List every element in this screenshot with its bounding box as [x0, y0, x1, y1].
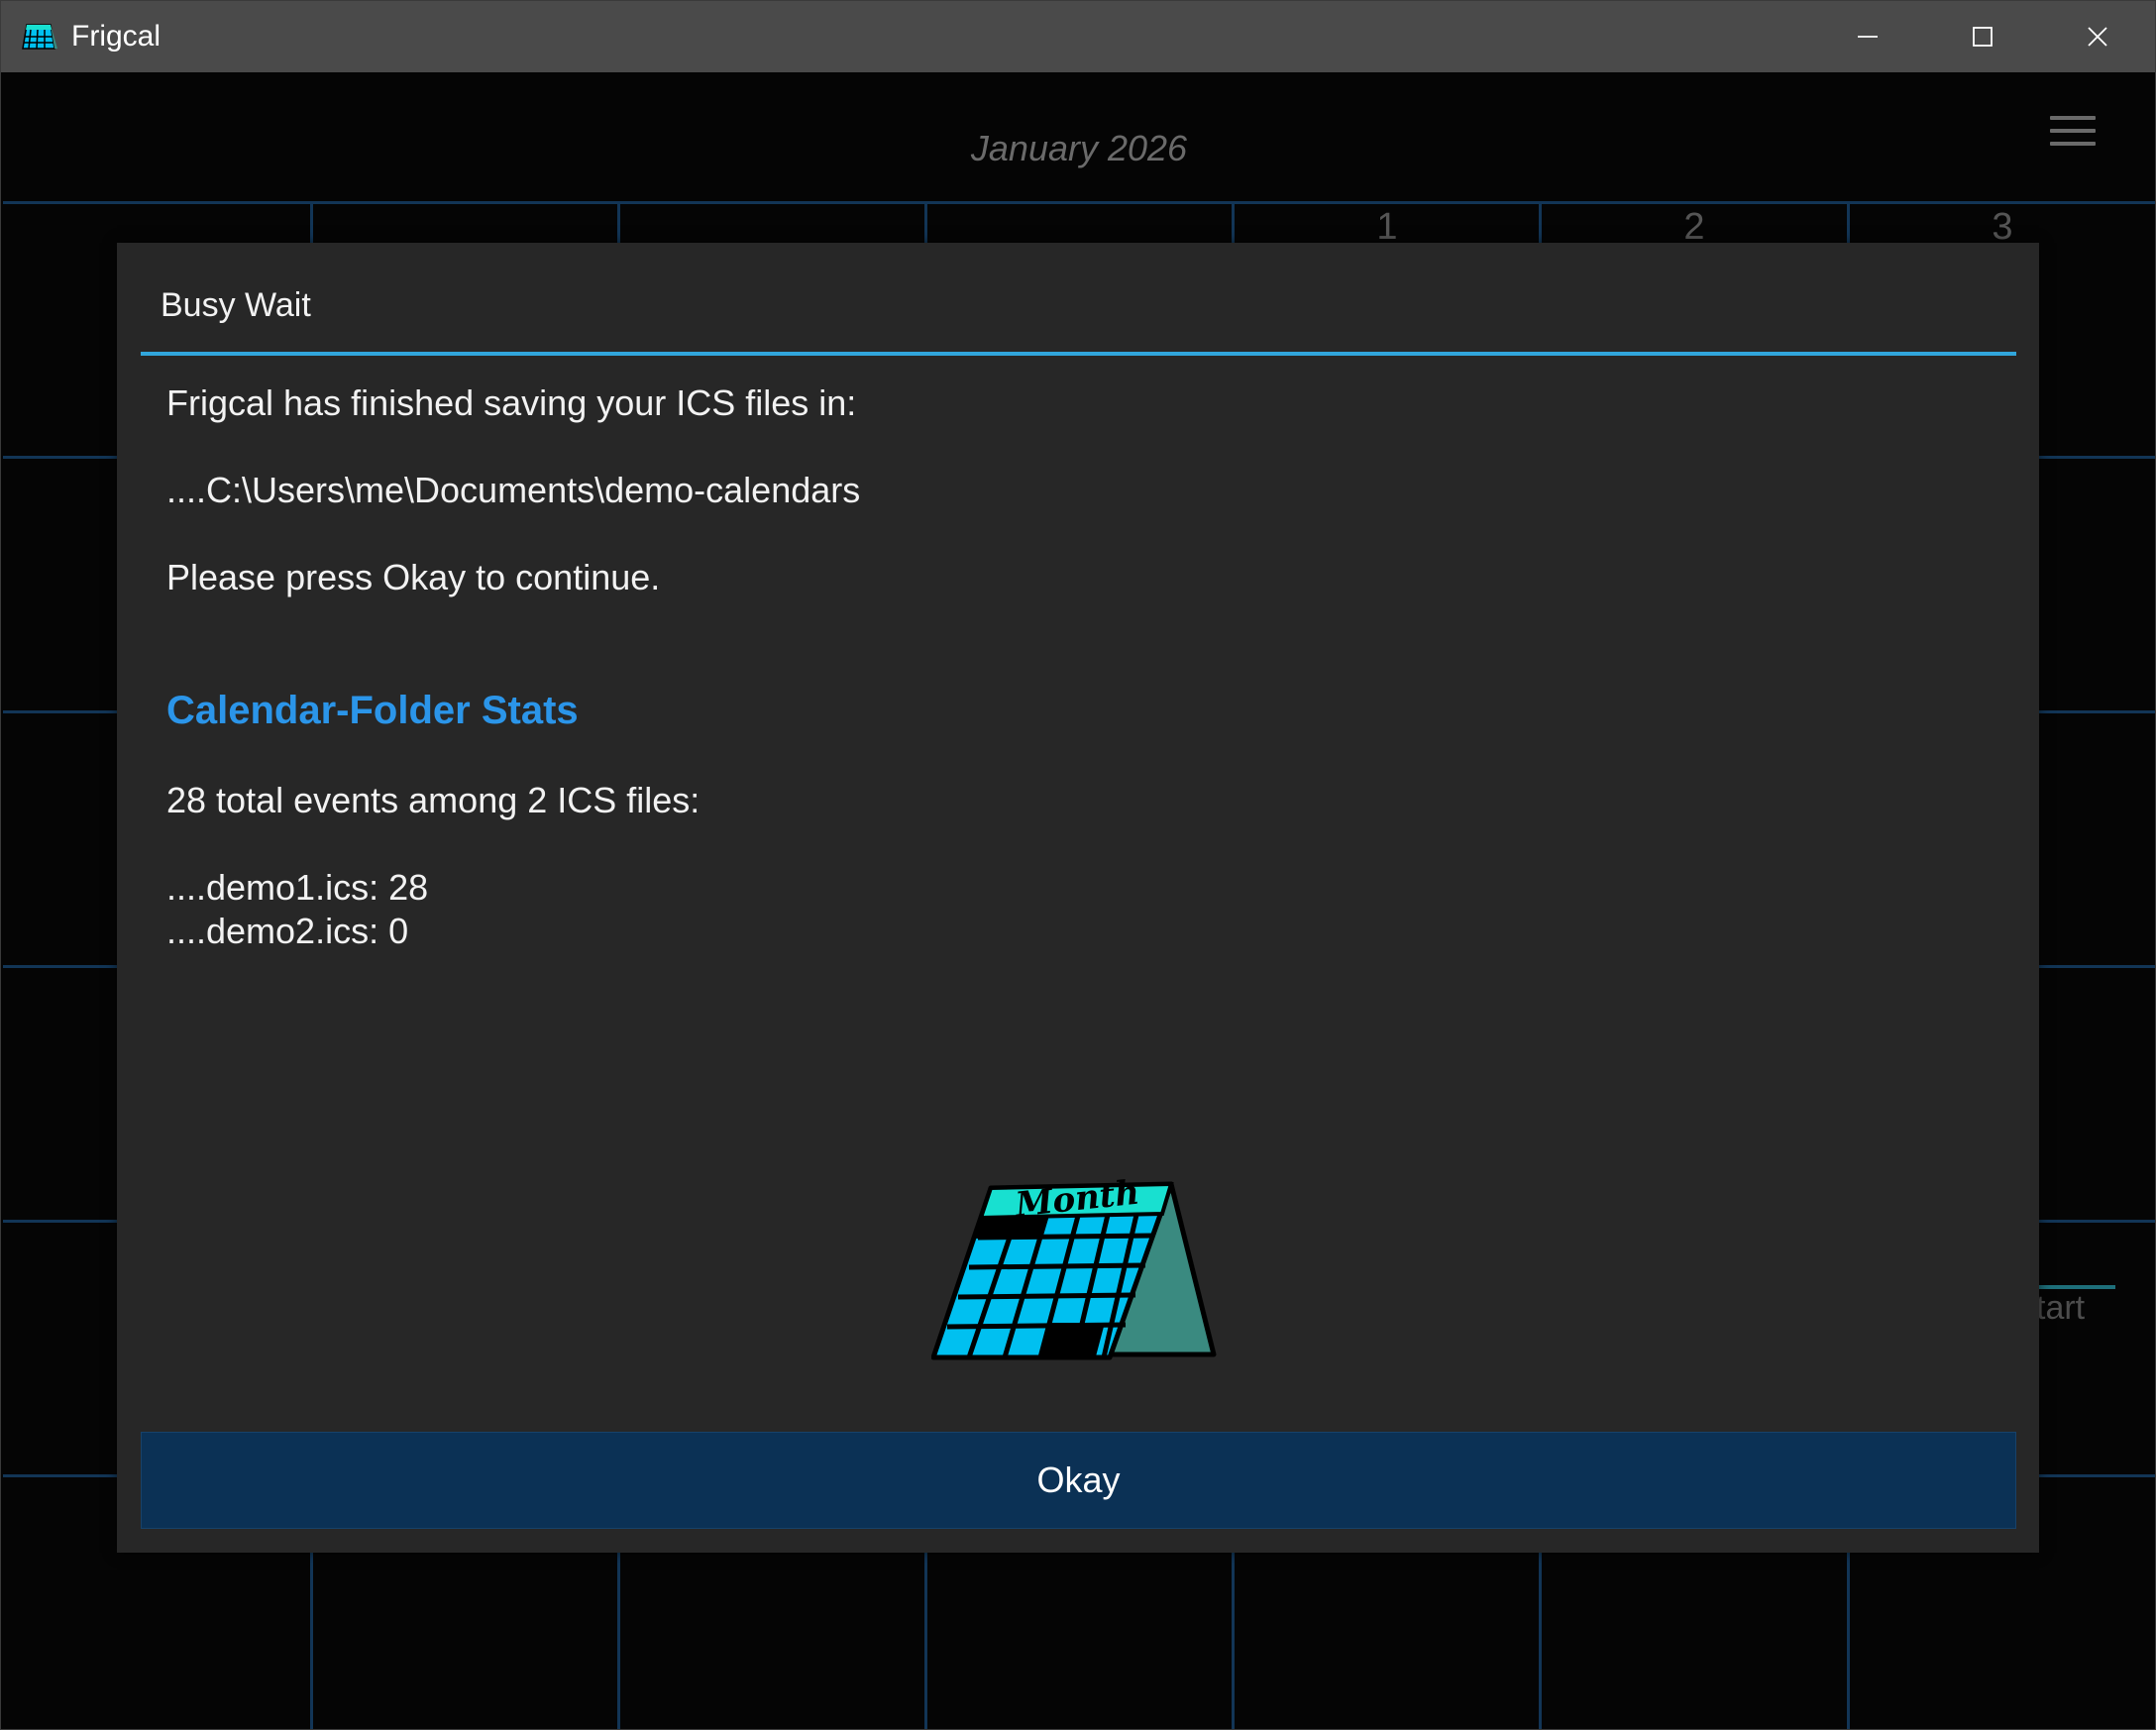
stats-heading: Calendar-Folder Stats [166, 689, 579, 732]
busy-wait-dialog: Busy Wait Frigcal has finished saving yo… [117, 243, 2039, 1553]
continue-prompt: Please press Okay to continue. [166, 557, 661, 597]
app-calendar-icon [22, 24, 57, 50]
title-bar[interactable]: Frigcal [1, 1, 2155, 72]
save-finished-message: Frigcal has finished saving your ICS fil… [166, 382, 857, 423]
menu-icon[interactable] [2050, 116, 2096, 150]
file-stat-item: ....demo2.ics: 0 [166, 911, 409, 951]
minimize-button[interactable] [1810, 1, 1925, 72]
close-window-button[interactable] [2040, 1, 2155, 72]
maximize-icon [1973, 27, 1993, 47]
stats-summary: 28 total events among 2 ICS files: [166, 780, 701, 820]
title-divider [141, 352, 2016, 356]
month-calendar-icon: Month [931, 1174, 1217, 1360]
month-title[interactable]: January 2026 [1, 128, 2155, 169]
folder-path: ....C:\Users\me\Documents\demo-calendars [166, 470, 861, 510]
minimize-icon [1858, 36, 1878, 38]
window-title: Frigcal [71, 20, 162, 53]
okay-button[interactable]: Okay [141, 1432, 2016, 1529]
app-window: Frigcal January 2026 1 2 3 tart Busy Wai… [0, 0, 2156, 1730]
calendar-header: January 2026 [1, 72, 2155, 201]
close-icon [2088, 27, 2107, 47]
file-stat-item: ....demo1.ics: 28 [166, 867, 429, 908]
maximize-button[interactable] [1925, 1, 2040, 72]
background-event-text: tart [2036, 1289, 2086, 1327]
dialog-title: Busy Wait [161, 286, 311, 324]
